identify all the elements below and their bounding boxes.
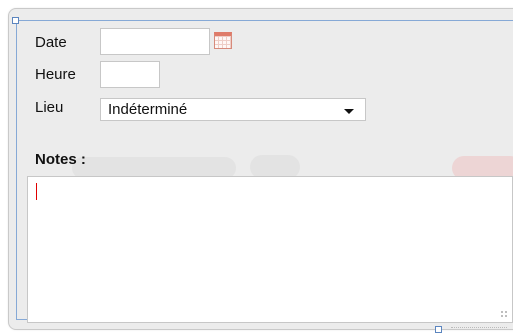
calendar-icon[interactable] bbox=[214, 32, 232, 49]
text-caret bbox=[36, 183, 37, 200]
resize-grip-icon[interactable] bbox=[500, 310, 508, 318]
time-input[interactable] bbox=[100, 61, 160, 88]
chevron-down-icon bbox=[344, 109, 354, 114]
place-selected-value: Indéterminé bbox=[108, 101, 188, 118]
notes-textarea[interactable] bbox=[27, 176, 513, 323]
date-label: Date bbox=[35, 34, 67, 51]
place-label: Lieu bbox=[35, 99, 64, 116]
notes-label: Notes : bbox=[35, 151, 86, 168]
time-label: Heure bbox=[35, 66, 76, 83]
resize-handle-top-left[interactable] bbox=[12, 17, 19, 24]
dotted-divider bbox=[451, 327, 507, 328]
resize-handle-bottom[interactable] bbox=[435, 326, 442, 333]
date-input[interactable] bbox=[100, 28, 210, 55]
place-select[interactable]: Indéterminé bbox=[100, 98, 366, 121]
